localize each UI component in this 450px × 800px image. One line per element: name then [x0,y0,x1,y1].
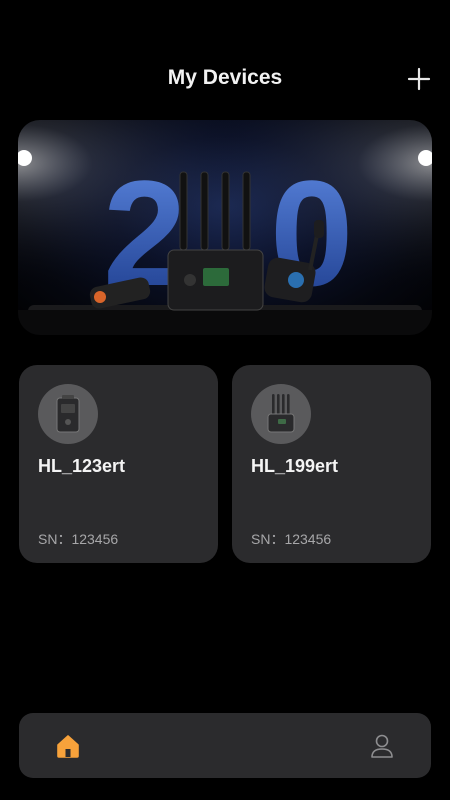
device-name: HL_199ert [251,456,339,476]
device-name: HL_123ert [38,456,126,476]
serial-label: SN： [251,531,285,547]
device-avatar [251,384,311,444]
device-avatar [38,384,98,444]
device-card[interactable]: HL_123ert SN：123456 [19,365,218,563]
tab-profile[interactable] [367,731,397,761]
serial-number: SN：123456 [38,529,118,549]
bottom-tab-bar [19,713,431,778]
device-card[interactable]: HL_199ert SN：123456 [232,365,431,563]
page-title: My Devices [167,66,283,89]
serial-value: 123456 [284,531,332,547]
home-icon [57,735,79,758]
person-icon [371,734,393,758]
serial-number: SN：123456 [251,529,331,549]
promo-banner[interactable]: 2 0 [18,120,432,335]
serial-label: SN： [38,531,72,547]
add-device-button[interactable] [404,64,434,94]
plus-icon [407,67,431,91]
tab-home[interactable] [53,731,83,761]
serial-value: 123456 [71,531,119,547]
header: My Devices [0,0,450,120]
receiver-device-icon [267,394,295,433]
banner-pager [428,324,432,335]
transmitter-device-icon [56,395,80,433]
